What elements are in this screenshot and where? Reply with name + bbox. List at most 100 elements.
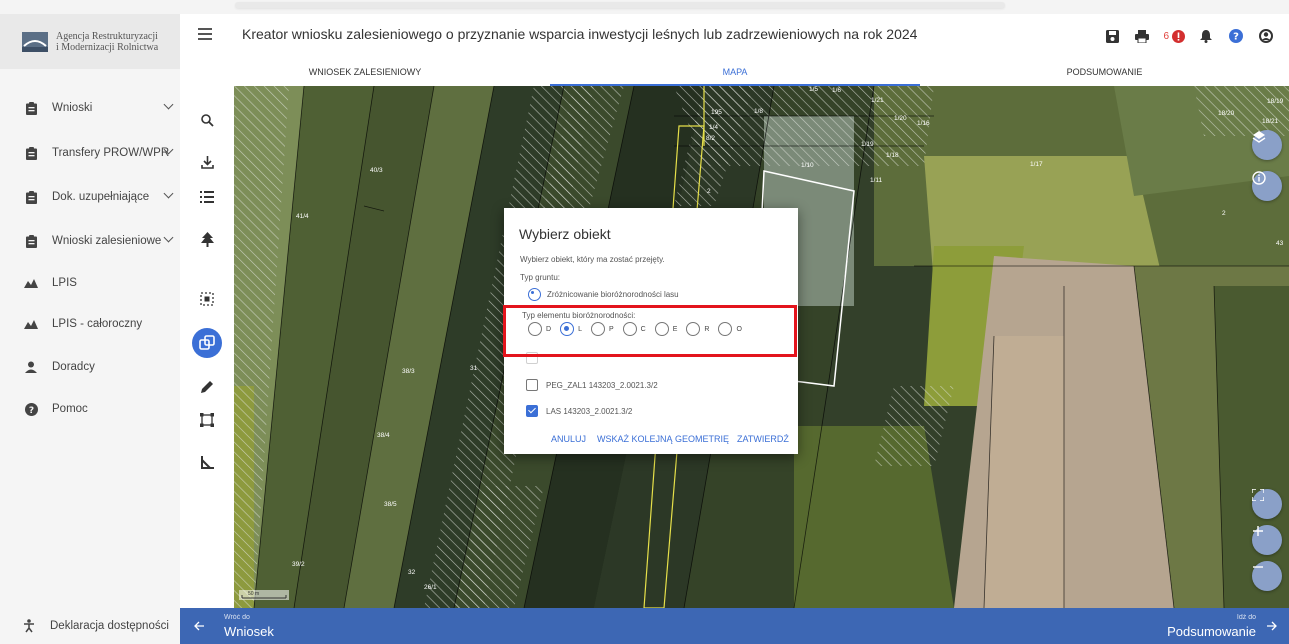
accessibility-declaration-link[interactable]: Deklaracja dostępności: [0, 608, 180, 644]
zoom-in-button[interactable]: [1252, 525, 1282, 555]
sidebar-item-doradcy[interactable]: Doradcy: [0, 352, 180, 382]
parcel-label: 1/10: [801, 162, 814, 169]
person-icon: [24, 361, 38, 373]
parcel-label: 1/6: [832, 87, 842, 94]
zoom-out-button[interactable]: [1252, 561, 1282, 591]
next-label: Podsumowanie: [1167, 624, 1256, 639]
back-label: Wniosek: [224, 624, 274, 639]
agency-name: Agencja Restrukturyzacji i Modernizacji …: [56, 31, 158, 53]
alerts-indicator[interactable]: 6: [1163, 27, 1185, 45]
print-icon[interactable]: [1133, 27, 1151, 45]
next-geometry-button[interactable]: WSKAŻ KOLEJNĄ GEOMETRIĘ: [597, 434, 729, 444]
header-actions: 6 ?: [1091, 26, 1289, 46]
sidebar-item-label: LPIS: [52, 277, 77, 289]
hamburger-menu-icon[interactable]: [198, 28, 212, 40]
ground-type-option-label: Zróżnicowanie bioróżnorodności lasu: [547, 290, 679, 299]
tab-wniosek-zalesieniowy[interactable]: WNIOSEK ZALESIENIOWY: [180, 58, 550, 86]
chevron-down-icon: [163, 188, 174, 199]
checkbox-unchecked[interactable]: [526, 379, 538, 391]
header: Kreator wniosku zalesieniowego o przyzna…: [180, 14, 1289, 58]
draw-rectangle-icon[interactable]: [197, 410, 217, 430]
mountains-icon: [24, 278, 38, 288]
clipboard-icon: [24, 190, 38, 204]
sidebar: Agencja Restrukturyzacji i Modernizacji …: [0, 14, 180, 644]
agency-name-line1: Agencja Restrukturyzacji: [56, 30, 158, 42]
radio-selected[interactable]: [528, 288, 541, 301]
search-icon[interactable]: [197, 110, 217, 130]
mountains-icon: [24, 319, 38, 329]
browser-bar: [235, 2, 1005, 8]
parcel-label: 2: [1222, 210, 1226, 217]
svg-text:?: ?: [28, 406, 33, 416]
sidebar-item-lpis[interactable]: LPIS: [0, 268, 180, 298]
parcel-label: 18/19: [1267, 98, 1284, 105]
account-icon[interactable]: [1257, 27, 1275, 45]
list-icon[interactable]: [197, 187, 217, 207]
layers-icon: [1252, 131, 1266, 143]
tab-podsumowanie[interactable]: PODSUMOWANIE: [920, 58, 1289, 86]
wizard-tabs: WNIOSEK ZALESIENIOWY MAPA PODSUMOWANIE: [180, 58, 1289, 87]
layers-button[interactable]: [1252, 130, 1282, 160]
info-button[interactable]: [1252, 171, 1282, 201]
dialog-title: Wybierz obiekt: [519, 226, 611, 242]
arrow-left-icon: [194, 621, 204, 631]
parcel-label: 41/4: [296, 213, 309, 220]
object-option-peg-zal1[interactable]: PEG_ZAL1 143203_2.0021.3/2: [526, 379, 658, 391]
object-label: LAS 143203_2.0021.3/2: [546, 406, 633, 416]
parcel-label: 195: [711, 109, 722, 116]
fullscreen-button[interactable]: [1252, 489, 1282, 519]
sidebar-item-transfery[interactable]: Transfery PROW/WPR: [0, 138, 180, 168]
minus-icon: [1253, 566, 1263, 568]
accessibility-icon: [22, 619, 36, 633]
parcel-label: 40/3: [370, 167, 383, 174]
tab-mapa[interactable]: MAPA: [550, 58, 920, 86]
object-option-las[interactable]: LAS 143203_2.0021.3/2: [526, 405, 632, 417]
ground-type-label: Typ gruntu:: [520, 273, 561, 282]
wizard-footer: Wróć do Wniosek Idź do Podsumowanie: [180, 608, 1289, 644]
sidebar-item-dok-uzupelniajace[interactable]: Dok. uzupełniające: [0, 182, 180, 212]
map-toolbar: [180, 86, 234, 608]
svg-text:?: ?: [1233, 32, 1239, 43]
parcel-label: 38/3: [402, 368, 415, 375]
sidebar-item-wnioski-zalesieniowe[interactable]: Wnioski zalesieniowe: [0, 226, 180, 256]
agency-logo[interactable]: Agencja Restrukturyzacji i Modernizacji …: [0, 14, 180, 69]
parcel-label: 2: [707, 188, 711, 195]
ground-type-radio[interactable]: Zróżnicowanie bioróżnorodności lasu: [528, 288, 679, 301]
bell-icon[interactable]: [1197, 27, 1215, 45]
sidebar-item-label: LPIS - całoroczny: [52, 318, 143, 330]
plus-icon: [1253, 526, 1263, 536]
arrow-right-icon: [1267, 621, 1277, 631]
parcel-label: 1/21: [871, 97, 884, 104]
help-icon: ?: [24, 402, 38, 416]
parcel-label: 1/4: [709, 124, 719, 131]
sidebar-item-wnioski[interactable]: Wnioski: [0, 93, 180, 123]
highlight-box: [503, 305, 797, 357]
checkbox-checked[interactable]: [526, 405, 538, 417]
parcel-label: 31: [470, 365, 478, 372]
cancel-button[interactable]: ANULUJ: [551, 434, 586, 444]
select-area-icon[interactable]: [197, 289, 217, 309]
parcel-label: 1/20: [894, 115, 907, 122]
next-button[interactable]: Idź do Podsumowanie: [1139, 608, 1289, 644]
parcel-label: 1/18: [886, 152, 899, 159]
parcel-label: 18/20: [1218, 110, 1235, 117]
notification-count: 6: [1163, 30, 1169, 42]
download-icon[interactable]: [197, 152, 217, 172]
sidebar-item-lpis-caloroczny[interactable]: LPIS - całoroczny: [0, 309, 180, 339]
help-circle-icon[interactable]: ?: [1227, 27, 1245, 45]
parcel-label: 1/19: [861, 141, 874, 148]
confirm-button[interactable]: ZATWIERDŹ: [737, 434, 789, 444]
sidebar-item-label: Dok. uzupełniające: [52, 191, 150, 203]
sidebar-item-pomoc[interactable]: ? Pomoc: [0, 394, 180, 424]
save-icon[interactable]: [1103, 27, 1121, 45]
agency-logo-icon: [22, 31, 48, 52]
copy-geometry-button[interactable]: [192, 328, 222, 358]
back-button[interactable]: Wróć do Wniosek: [190, 608, 310, 644]
parcel-label: 1/17: [1030, 161, 1043, 168]
object-label: PEG_ZAL1 143203_2.0021.3/2: [546, 380, 658, 390]
pencil-icon[interactable]: [197, 376, 217, 396]
clipboard-icon: [24, 234, 38, 248]
layers-tree-icon[interactable]: [197, 229, 217, 249]
measure-angle-icon[interactable]: [197, 452, 217, 472]
parcel-label: 1/11: [870, 177, 883, 184]
